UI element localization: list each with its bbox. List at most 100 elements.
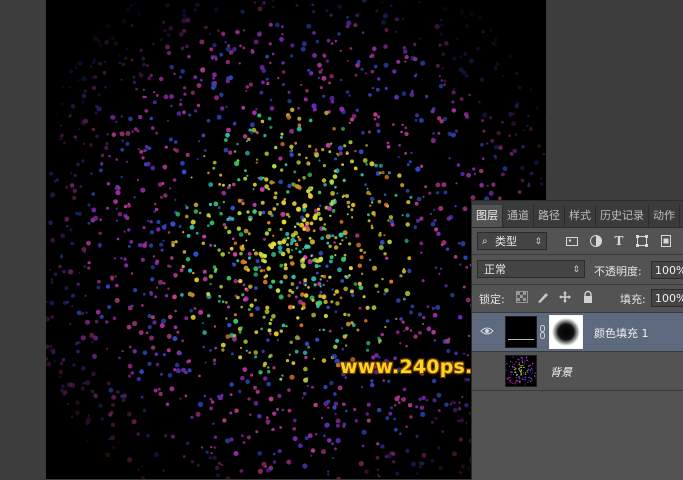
mask-link-icon[interactable]: [540, 325, 545, 339]
thumbnail-dot: [525, 379, 526, 380]
chevron-updown-icon: ⇕: [534, 233, 542, 251]
thumbnail-dot: [522, 365, 523, 366]
thumbnail-dot: [524, 383, 525, 384]
thumbnail-dot: [520, 365, 521, 366]
fill-label: 填充:: [620, 291, 646, 307]
thumbnail-dot: [510, 361, 511, 362]
thumbnail-dot: [513, 357, 514, 358]
lock-transparent-pixels-icon[interactable]: [515, 291, 529, 305]
thumbnail-dot: [528, 369, 529, 370]
thumbnail-dot: [518, 369, 519, 370]
thumbnail-dot: [516, 377, 517, 378]
thumbnail-dot: [519, 364, 520, 365]
thumbnail-dot: [534, 376, 535, 377]
thumbnail-dot: [516, 381, 517, 382]
tab-channels[interactable]: 通道: [503, 205, 534, 227]
thumbnail-dot: [525, 374, 526, 375]
thumbnail-dot: [520, 367, 521, 368]
thumbnail-dot: [523, 372, 524, 373]
thumbnail-dot: [512, 383, 513, 384]
layer-filter-dropdown[interactable]: ⌕ 类型 ⇕: [477, 232, 547, 250]
thumbnail-dot: [532, 380, 533, 381]
tab-history[interactable]: 历史记录: [596, 205, 649, 227]
thumbnail-dot: [515, 368, 516, 369]
thumbnail-dot: [521, 367, 522, 368]
shape-filter-icon[interactable]: [635, 234, 649, 248]
thumbnail-dot: [518, 376, 519, 377]
thumbnail-dot: [518, 363, 519, 364]
thumbnail-dot: [526, 357, 527, 358]
layer-row-background[interactable]: 背景: [472, 352, 683, 390]
thumbnail-dot: [515, 383, 516, 384]
tab-paths[interactable]: 路径: [534, 205, 565, 227]
thumbnail-dot: [513, 367, 514, 368]
fill-input[interactable]: 100%: [651, 289, 683, 307]
thumbnail-dot: [530, 365, 531, 366]
thumbnail-dot: [512, 366, 513, 367]
lock-image-pixels-icon[interactable]: [536, 290, 550, 304]
blend-mode-dropdown[interactable]: 正常 ⇕: [477, 260, 585, 278]
lock-label: 锁定:: [479, 291, 505, 307]
lock-position-icon[interactable]: [558, 290, 572, 304]
tab-layers[interactable]: 图层: [472, 205, 503, 227]
thumbnail-dot: [514, 369, 515, 370]
eye-icon[interactable]: [480, 325, 494, 337]
tab-actions[interactable]: 动作: [649, 205, 680, 227]
thumbnail-dot: [532, 363, 533, 364]
image-filter-icon[interactable]: [565, 234, 579, 248]
layer-name[interactable]: 背景: [550, 364, 572, 380]
thumbnail-dot: [521, 374, 522, 375]
thumbnail-dot: [520, 372, 521, 373]
thumbnail-dot: [512, 362, 513, 363]
thumbnail-dot: [512, 371, 513, 372]
thumbnail-dot: [531, 378, 532, 379]
thumbnail-dot: [507, 379, 508, 380]
tab-styles[interactable]: 样式: [565, 205, 596, 227]
panel-tabbar: 图层 通道 路径 样式 历史记录 动作: [472, 201, 683, 228]
thumbnail-dot: [516, 375, 517, 376]
thumbnail-dot: [510, 372, 511, 373]
thumbnail-dot: [521, 369, 522, 370]
thumbnail-dot: [531, 368, 532, 369]
layer-row-color-fill[interactable]: 颜色填充 1: [472, 313, 683, 351]
blend-mode-value: 正常: [484, 263, 506, 276]
thumbnail-dot: [534, 375, 535, 376]
background-layer-thumbnail[interactable]: [505, 355, 537, 387]
opacity-input[interactable]: 100%: [651, 261, 683, 279]
layer-mask-thumbnail[interactable]: [549, 315, 583, 349]
thumbnail-dot: [522, 358, 523, 359]
thumbnail-dot: [530, 370, 531, 371]
thumbnail-dot: [532, 372, 533, 373]
thumbnail-dot: [517, 359, 518, 360]
thumbnail-dot: [514, 367, 515, 368]
opacity-label: 不透明度:: [594, 263, 642, 279]
smart-object-filter-icon[interactable]: [659, 234, 673, 248]
thumbnail-dot: [527, 372, 528, 373]
thumbnail-dot: [516, 361, 517, 362]
thumbnail-dot: [525, 372, 526, 373]
thumbnail-dot: [506, 363, 507, 364]
thumbnail-dot: [515, 372, 516, 373]
thumbnail-dot: [519, 378, 520, 379]
layer-filter-label: 类型: [495, 233, 517, 251]
thumbnail-dot: [522, 377, 523, 378]
type-filter-icon[interactable]: T: [612, 234, 626, 248]
thumbnail-dot: [519, 370, 520, 371]
thumbnail-dot: [535, 373, 536, 374]
thumbnail-dot: [528, 377, 529, 378]
adjustment-filter-icon[interactable]: [589, 234, 603, 248]
thumbnail-dot: [528, 366, 529, 367]
thumbnail-dot: [510, 382, 511, 383]
thumbnail-dot: [527, 382, 528, 383]
thumbnail-dot: [513, 374, 514, 375]
thumbnail-dot: [514, 364, 515, 365]
thumbnail-dot: [508, 377, 509, 378]
thumbnail-dot: [519, 381, 520, 382]
thumbnail-dot: [522, 379, 523, 380]
lock-all-icon[interactable]: [581, 290, 595, 304]
fill-layer-thumbnail[interactable]: [505, 316, 537, 348]
search-icon: ⌕: [482, 233, 488, 251]
thumbnail-dot: [527, 360, 528, 361]
layer-name[interactable]: 颜色填充 1: [594, 325, 649, 341]
thumbnail-dot: [522, 362, 523, 363]
